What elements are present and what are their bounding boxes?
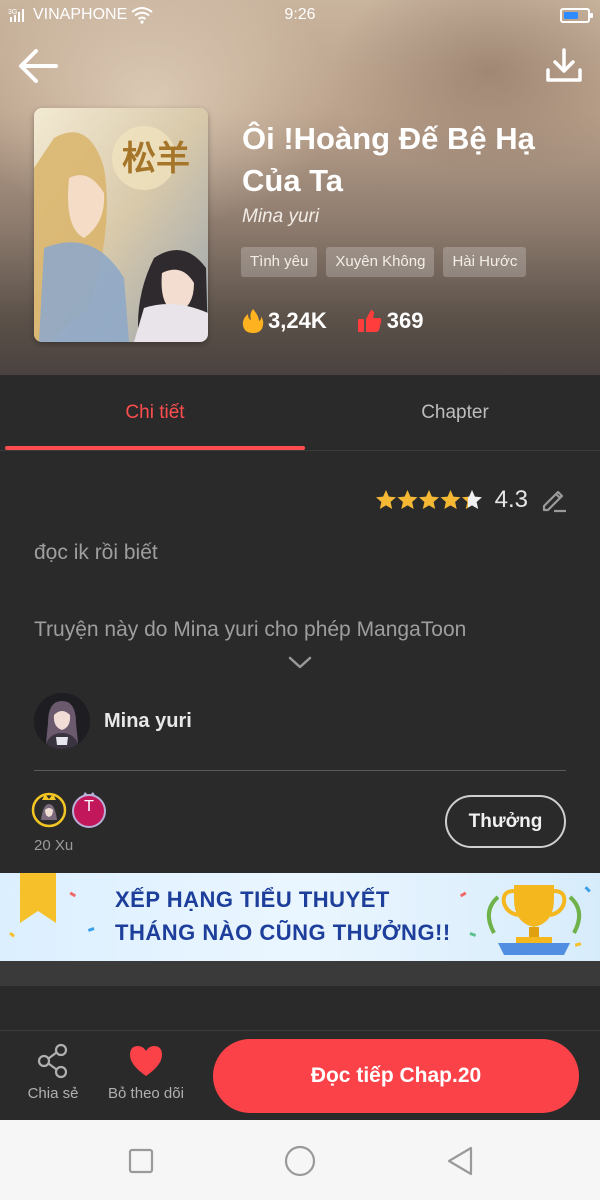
- likes-count: 369: [386, 308, 424, 333]
- heart-icon: [130, 1046, 162, 1076]
- book-cover: 松羊: [34, 108, 208, 342]
- battery-icon: [560, 8, 593, 23]
- rating: 4.3: [375, 486, 568, 514]
- donor-initial: T: [84, 798, 94, 815]
- tab-chapter[interactable]: Chapter: [305, 375, 600, 451]
- download-icon[interactable]: [544, 46, 584, 86]
- donor-list[interactable]: T: [30, 790, 106, 828]
- donor-avatar[interactable]: T: [70, 790, 106, 828]
- svg-text:松羊: 松羊: [122, 139, 190, 179]
- views-stat: 3,24K: [242, 308, 327, 334]
- banner-line-1: XẾP HẠNG TIỂU THUYẾT: [115, 887, 390, 912]
- thumbs-up-icon: [357, 310, 382, 332]
- donor-avatar[interactable]: [30, 790, 67, 828]
- fire-icon: [242, 309, 264, 333]
- continue-reading-button[interactable]: Đọc tiếp Chap.20: [213, 1039, 579, 1113]
- promo-banner[interactable]: XẾP HẠNG TIỂU THUYẾT THÁNG NÀO CŨNG THƯỞ…: [0, 873, 600, 961]
- share-label: Chia sẻ: [27, 1085, 79, 1102]
- tab-detail[interactable]: Chi tiết: [5, 375, 305, 451]
- recent-apps-icon[interactable]: [124, 1144, 158, 1178]
- tag-list: Tình yêu Xuyên Không Hài Hước: [241, 247, 527, 277]
- tag-item[interactable]: Hài Hước: [443, 247, 527, 277]
- description-line-1: đọc ik rồi biết: [34, 541, 158, 564]
- reward-button[interactable]: Thưởng: [445, 795, 566, 848]
- edit-pencil-icon[interactable]: [540, 486, 568, 514]
- star-rating-icon: [375, 490, 482, 509]
- book-title: Ôi !Hoàng Đế Bệ Hạ Của Ta: [242, 121, 535, 198]
- tag-item[interactable]: Xuyên Không: [326, 247, 435, 277]
- section-divider: [0, 961, 600, 986]
- share-icon: [37, 1043, 68, 1079]
- system-nav-bar: [0, 1120, 600, 1200]
- bottom-action-bar: Chia sẻ Bỏ theo dõi Đọc tiếp Chap.20: [0, 1030, 600, 1120]
- trophy-icon: [486, 885, 582, 955]
- tab-indicator: [5, 446, 305, 450]
- banner-text: XẾP HẠNG TIỂU THUYẾT THÁNG NÀO CŨNG THƯỞ…: [115, 883, 451, 949]
- divider: [34, 770, 566, 771]
- author-name[interactable]: Mina yuri: [104, 710, 192, 733]
- rating-value: 4.3: [494, 486, 528, 513]
- unfollow-button[interactable]: Bỏ theo dõi: [100, 1043, 192, 1102]
- back-triangle-icon[interactable]: [443, 1144, 477, 1178]
- author-avatar[interactable]: [34, 693, 90, 749]
- home-icon[interactable]: [283, 1144, 317, 1178]
- share-button[interactable]: Chia sẻ: [22, 1043, 84, 1102]
- views-count: 3,24K: [268, 308, 327, 333]
- tag-item[interactable]: Tình yêu: [241, 247, 318, 277]
- donation-amount: 20 Xu: [34, 837, 74, 854]
- chevron-down-icon[interactable]: [288, 655, 312, 671]
- banner-line-2: THÁNG NÀO CŨNG THƯỞNG!!: [115, 920, 451, 945]
- back-arrow-icon[interactable]: [16, 44, 60, 88]
- status-bar: 3G VINAPHONE 9:26: [0, 0, 600, 32]
- clock: 9:26: [284, 6, 316, 23]
- likes-stat: 369: [357, 308, 424, 334]
- unfollow-label: Bỏ theo dõi: [108, 1085, 184, 1102]
- book-author[interactable]: Mina yuri: [242, 206, 319, 228]
- description-line-2: Truyện này do Mina yuri cho phép MangaTo…: [34, 618, 467, 641]
- author-card[interactable]: Mina yuri: [34, 693, 192, 749]
- tab-bar: Chi tiết Chapter: [0, 375, 600, 451]
- book-stats: 3,24K 369: [242, 308, 453, 334]
